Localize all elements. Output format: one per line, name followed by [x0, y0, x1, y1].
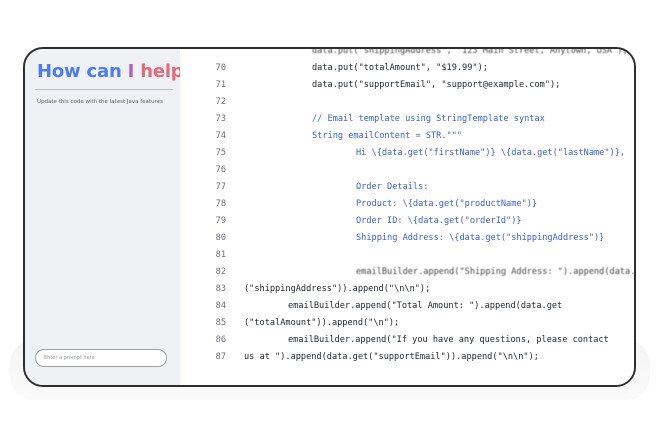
- code-text: data.put("supportEmail", "support@exampl…: [312, 80, 561, 90]
- code-text: emailBuilder.append("If you have any que…: [288, 335, 609, 345]
- code-text: data.put("totalAmount", "$19.99");: [312, 63, 488, 73]
- code-editor[interactable]: data.put("shippingAddress", "123 Main St…: [180, 49, 636, 385]
- code-line[interactable]: 72: [180, 94, 634, 111]
- code-line[interactable]: 82 emailBuilder.append("Shipping Address:…: [180, 264, 636, 281]
- code-line[interactable]: 75 Hi \{data.get("firstName")} \{data.get…: [180, 145, 634, 162]
- code-line[interactable]: 78 Product: \{data.get("productName")}: [180, 196, 634, 213]
- code-text: us at ").append(data.get("supportEmail")…: [244, 352, 539, 362]
- line-number: 76: [215, 165, 226, 175]
- line-number: 80: [215, 233, 226, 243]
- line-number: 71: [215, 80, 226, 90]
- line-number: 82: [215, 267, 226, 277]
- code-text: Order ID: \{data.get("orderId")}: [356, 216, 522, 226]
- line-number: 86: [215, 335, 226, 345]
- prompt-input[interactable]: [44, 353, 160, 363]
- code-text: String emailContent = STR.""": [312, 131, 463, 141]
- code-line[interactable]: 86 emailBuilder.append("If you have any q…: [180, 332, 634, 349]
- assistant-sidebar: How can I help? Update this code with th…: [25, 49, 194, 385]
- line-number: 79: [215, 216, 226, 226]
- line-number: 77: [215, 182, 226, 192]
- code-text: // Email template using StringTemplate s…: [312, 114, 545, 124]
- code-line[interactable]: 87 us at ").append(data.get("supportEmail…: [180, 349, 634, 366]
- help-heading-part: How can: [37, 61, 128, 82]
- code-text: data.put("shippingAddress", "123 Main St…: [312, 49, 628, 56]
- app-window: How can I help? Update this code with th…: [23, 47, 636, 387]
- code-line[interactable]: 74 String emailContent = STR.""": [180, 128, 634, 145]
- line-number: 81: [215, 250, 226, 260]
- help-heading: How can I help?: [37, 61, 194, 82]
- line-number: 87: [215, 352, 226, 362]
- code-text: ("totalAmount")).append("\n");: [244, 318, 400, 328]
- prompt-history-item[interactable]: Update this code with the latest Java fe…: [37, 99, 173, 105]
- help-heading-part: I: [127, 61, 141, 82]
- line-number: 70: [215, 63, 226, 73]
- code-line[interactable]: 80 Shipping Address: \{data.get("shipping…: [180, 230, 634, 247]
- line-number: 85: [215, 318, 226, 328]
- code-line[interactable]: 76: [180, 162, 634, 179]
- code-line[interactable]: 79 Order ID: \{data.get("orderId")}: [180, 213, 634, 230]
- line-number: 73: [215, 114, 226, 124]
- code-text: Shipping Address: \{data.get("shippingAd…: [356, 233, 605, 243]
- code-text: Product: \{data.get("productName")}: [356, 199, 538, 209]
- code-line[interactable]: 84 emailBuilder.append("Total Amount: ").…: [180, 298, 634, 315]
- code-line[interactable]: 83 ("shippingAddress")).append("\n\n");: [180, 281, 634, 298]
- code-line[interactable]: data.put("shippingAddress", "123 Main St…: [180, 49, 634, 60]
- code-line[interactable]: 85 ("totalAmount")).append("\n");: [180, 315, 634, 332]
- line-number: 78: [215, 199, 226, 209]
- code-text: emailBuilder.append("Shipping Address: "…: [356, 267, 636, 277]
- heading-divider: [35, 89, 173, 90]
- line-number: 75: [215, 148, 226, 158]
- code-line[interactable]: 77 Order Details:: [180, 179, 634, 196]
- code-text: ("shippingAddress")).append("\n\n");: [244, 284, 431, 294]
- line-number: 72: [215, 97, 226, 107]
- prompt-input-box[interactable]: [35, 349, 167, 367]
- code-line[interactable]: 81: [180, 247, 634, 264]
- code-text: emailBuilder.append("Total Amount: ").ap…: [288, 301, 563, 311]
- line-number: 83: [215, 284, 226, 294]
- presentation-stage: How can I help? Update this code with th…: [0, 0, 658, 438]
- code-text: Hi \{data.get("firstName")} \{data.get("…: [356, 148, 626, 158]
- line-number: 84: [215, 301, 226, 311]
- code-line[interactable]: 70 data.put("totalAmount", "$19.99");: [180, 60, 634, 77]
- code-line[interactable]: 73 // Email template using StringTemplate…: [180, 111, 634, 128]
- code-line[interactable]: 71 data.put("supportEmail", "support@exam…: [180, 77, 634, 94]
- line-number: 74: [215, 131, 226, 141]
- code-text: Order Details:: [356, 182, 429, 192]
